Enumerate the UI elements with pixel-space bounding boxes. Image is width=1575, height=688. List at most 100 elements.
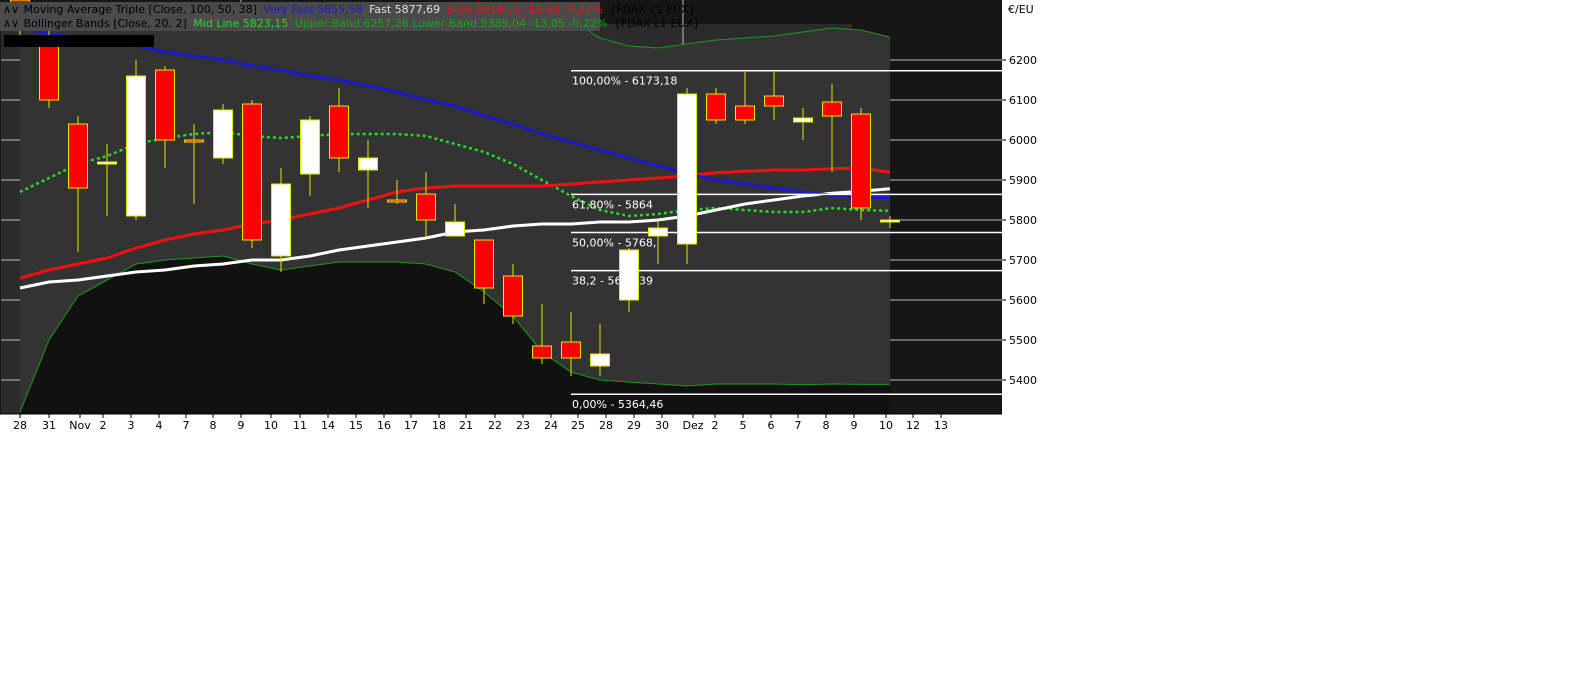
fib-label: 50,00% - 5768, [572,236,656,249]
y-tick-label: 5800 [1009,214,1037,227]
candle-body [126,75,146,217]
x-tick-label: 4 [156,419,163,432]
candle-body [39,39,59,101]
x-tick-label: 13 [934,419,948,432]
x-tick-label: 17 [404,419,418,432]
candle-body [242,103,262,241]
y-axis-unit: €/EU [1008,3,1034,16]
x-tick-label: 7 [795,419,802,432]
x-tick-label: 24 [544,419,558,432]
x-tick-label: 31 [42,419,56,432]
x-tick-label: 16 [377,419,391,432]
x-tick-label: 6 [768,419,775,432]
legend-bb-instrument: {FDAX c1 EUX} [614,17,700,30]
candle-body [155,69,175,141]
legend-ma-fast: Fast 5877,69 [369,3,440,16]
legend-ma-very-fast: Very Fast 5855,58 [264,3,363,16]
x-axis: 28 31 Nov 2 3 4 7 8 9 10 11 14 15 16 17 18 21 22 23 24 25 28 2… [0,413,1002,432]
candle-body [358,157,378,171]
candle-body [532,345,552,359]
candle [242,100,262,248]
candle-body [648,227,668,237]
y-tick-label: 5400 [1009,374,1037,387]
legend-bb-name: Bollinger Bands [Close, 20, 2] [24,17,187,30]
x-tick-label: 9 [238,419,245,432]
candle-body [706,93,726,121]
candle-body [735,105,755,121]
y-tick-label: 5900 [1009,174,1037,187]
candle-body [619,249,639,301]
candle [213,104,233,164]
candle [677,88,697,264]
x-tick-label: 15 [349,419,363,432]
candle-body [880,219,900,223]
x-tick-label: 2 [100,419,107,432]
price-chart[interactable]: 100,00% - 6173,1861,80% - 586450,00% - 5… [0,0,1575,688]
candle-body [590,353,610,367]
x-tick-label: 8 [210,419,217,432]
candle [851,108,871,220]
legend-line-1: ∧∨ Moving Average Triple [Close, 100, 50… [3,3,696,16]
candle-body [677,93,697,245]
candle-body [561,341,581,359]
legend-ma-name: Moving Average Triple [Close, 100, 50, 3… [24,3,257,16]
fib-label: 61,80% - 5864 [572,198,653,211]
x-tick-label: 14 [321,419,335,432]
indicator-icon: ∧∨ [3,3,19,16]
x-tick-label: 18 [432,419,446,432]
legend-line-2: ∧∨ Bollinger Bands [Close, 20, 2] Mid Li… [3,17,700,30]
candle-body [474,239,494,289]
candle-body [822,101,842,117]
legend-bb-upper-lower: Upper Band 6257,26 Lower Band 5389,04 -1… [295,17,608,30]
candle-body [503,275,523,317]
fib-label: 100,00% - 6173,18 [572,75,677,88]
x-tick-label: Nov [69,419,91,432]
candle [271,168,291,272]
x-tick-label: 10 [264,419,278,432]
candle-body [764,95,784,107]
candle-body [851,113,871,209]
x-tick-label: 9 [851,419,858,432]
candle-body [97,161,117,165]
y-tick-label: 5600 [1009,294,1037,307]
fib-label: 0,00% - 5364,46 [572,398,663,411]
y-tick-label: 6200 [1009,54,1037,67]
x-tick-label: 21 [459,419,473,432]
candle-body [300,119,320,175]
x-tick-label: 25 [571,419,585,432]
x-tick-label: 5 [740,419,747,432]
candle-body [387,199,407,203]
y-tick-label: 6000 [1009,134,1037,147]
candle-body [793,117,813,123]
x-tick-label: 29 [627,419,641,432]
fib-label: 38,2 - 5673,39 [572,275,653,288]
x-tick-label: 2 [712,419,719,432]
x-tick-label: 12 [906,419,920,432]
x-tick-label: 10 [879,419,893,432]
y-tick-label: 5500 [1009,334,1037,347]
candle-body [271,183,291,257]
candle [126,60,146,220]
legend-ma-instrument: {FDAX c1 EUX} [609,3,695,16]
y-tick-label: 6100 [1009,94,1037,107]
x-tick-label: 28 [599,419,613,432]
candle-body [329,105,349,159]
x-tick-label: 22 [488,419,502,432]
indicator-icon: ∧∨ [3,17,19,30]
x-tick-label: 11 [293,419,307,432]
legend-bb-mid: Mid Line 5823,15 [193,17,288,30]
x-tick-label: 30 [655,419,669,432]
candle-body [416,193,436,221]
redacted-bar [4,35,154,47]
legend-ma-slow: Slow 5918,72 -15,68 -0,27% [447,3,603,16]
x-tick-label: 8 [823,419,830,432]
candle-body [213,109,233,159]
x-tick-label: 28 [13,419,27,432]
x-tick-label: Dez [682,419,703,432]
y-tick-label: 5700 [1009,254,1037,267]
candle-body [68,123,88,189]
x-tick-label: 3 [128,419,135,432]
candle-body [184,139,204,143]
candle-body [445,221,465,237]
x-tick-label: 7 [183,419,190,432]
